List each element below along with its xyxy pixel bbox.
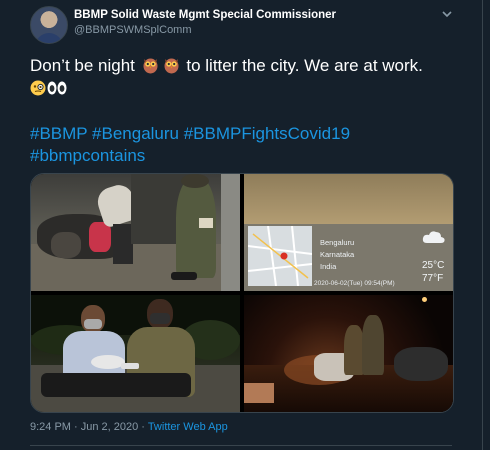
avatar-figure [35,33,63,43]
column-divider [482,0,483,450]
tweet-meta: 9:24 PM · Jun 2, 2020 · Twitter Web App [30,421,228,433]
weather-datetime: 2020-06-02(Tue) 09:54(PM) [314,280,395,287]
owl-emoji-icon [164,58,179,74]
weather-city: Bengaluru [320,238,355,247]
tweet: BBMP Solid Waste Mgmt Special Commission… [0,0,490,450]
media-grid: Bengaluru Karnataka India 25°C 77°F 2020… [30,173,454,413]
tweet-text-part-2: to litter the city. We are at work. [186,56,423,75]
tweet-source-link[interactable]: Twitter Web App [148,421,228,433]
face-with-monocle-emoji-icon [30,80,46,96]
author-handle[interactable]: @BBMPSWMSplComm [74,24,192,36]
tweet-text-part-1: Don’t be night [30,56,135,75]
hashtags-line-1[interactable]: #BBMP #Bengaluru #BBMPFightsCovid19 [30,124,350,144]
photo-officials-on-scooter[interactable] [31,295,240,412]
cloud-icon [422,231,445,243]
photo-night-patrol[interactable] [244,295,453,412]
tweet-text-line-2 [30,78,67,98]
photo-gps-location[interactable]: Bengaluru Karnataka India 25°C 77°F 2020… [244,174,453,291]
author-avatar[interactable] [30,6,68,44]
weather-state: Karnataka [320,250,355,259]
owl-emoji-icon [143,58,158,74]
tweet-timestamp[interactable]: 9:24 PM · Jun 2, 2020 · [30,421,145,433]
divider [30,445,452,446]
tweet-text-line-1: Don’t be night to litter the city. We ar… [30,56,423,76]
hashtags-line-2[interactable]: #bbmpcontains [30,146,145,166]
map-thumbnail [248,226,312,286]
weather-temp-fahrenheit: 77°F [422,273,444,284]
eyes-emoji-icon [47,81,67,95]
author-name[interactable]: BBMP Solid Waste Mgmt Special Commission… [74,9,336,21]
chevron-down-icon[interactable] [440,8,454,22]
weather-temp-celsius: 25°C [422,260,445,271]
photo-garbage-collection[interactable] [31,174,240,291]
weather-country: India [320,262,337,271]
